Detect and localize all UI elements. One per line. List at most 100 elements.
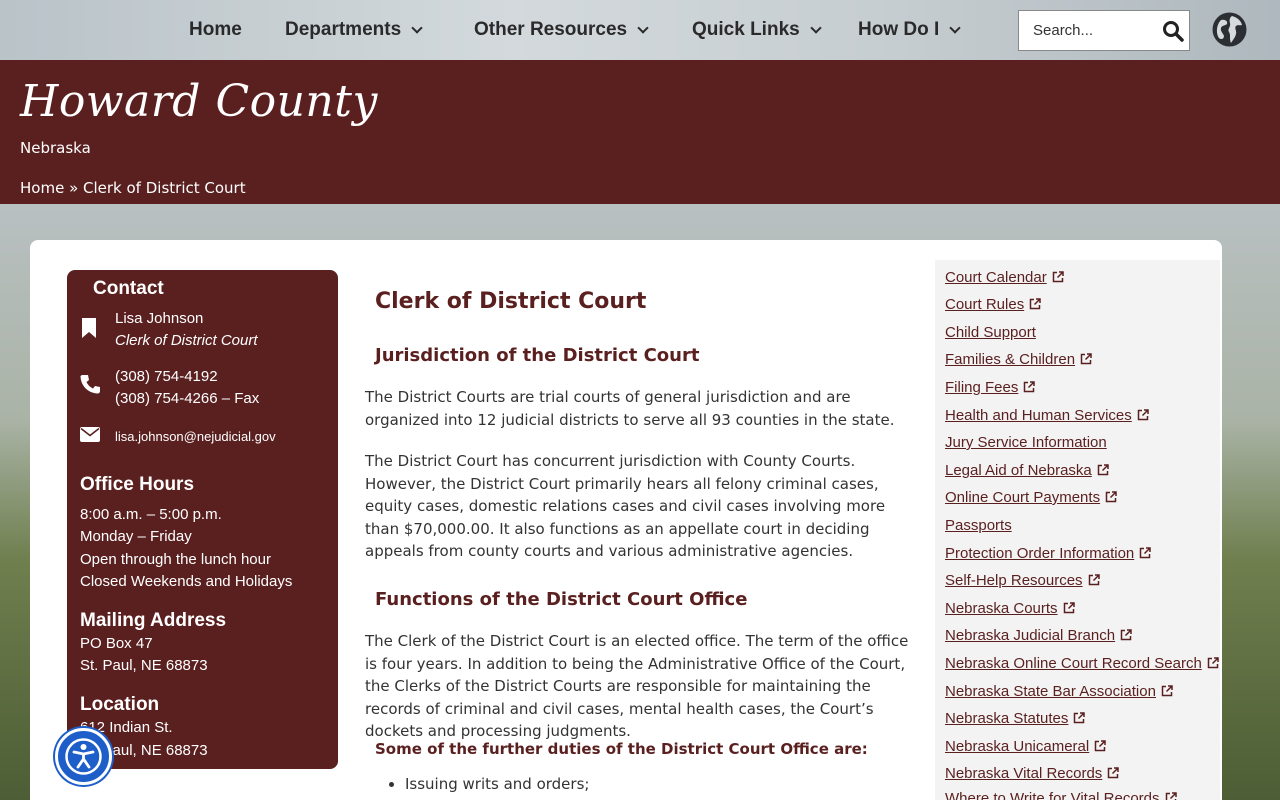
- quick-link-label: Nebraska Unicameral: [945, 738, 1090, 755]
- quick-link-label: Self-Help Resources: [945, 572, 1083, 589]
- external-link-icon: [1108, 767, 1120, 779]
- quick-link[interactable]: Nebraska Vital Records: [945, 765, 1120, 782]
- phone-icon: [80, 375, 100, 394]
- contact-heading: Contact: [93, 278, 164, 299]
- mailing-address-heading: Mailing Address: [80, 610, 227, 631]
- quick-link-label: Court Calendar: [945, 269, 1047, 286]
- mailing-address-line: PO Box 47: [80, 635, 153, 652]
- quick-link[interactable]: Nebraska Judicial Branch: [945, 627, 1132, 644]
- quick-link[interactable]: Court Rules: [945, 296, 1041, 313]
- quick-link[interactable]: Passports: [945, 517, 1012, 534]
- quick-link[interactable]: Families & Children: [945, 351, 1092, 368]
- nav-other-resources[interactable]: Other Resources: [474, 0, 649, 60]
- office-hours-heading: Office Hours: [80, 474, 195, 495]
- site-subtitle: Nebraska: [20, 139, 91, 157]
- accessibility-button[interactable]: [55, 728, 112, 785]
- jurisdiction-heading: Jurisdiction of the District Court: [375, 345, 700, 366]
- search-icon[interactable]: [1161, 19, 1185, 43]
- quick-link[interactable]: Court Calendar: [945, 269, 1064, 286]
- quick-link[interactable]: Jury Service Information: [945, 434, 1107, 451]
- quick-link-label: Families & Children: [945, 351, 1076, 368]
- office-hours-line: Closed Weekends and Holidays: [80, 573, 293, 590]
- quick-link-label: Filing Fees: [945, 379, 1019, 396]
- external-link-icon: [1094, 740, 1106, 752]
- search-input[interactable]: [1019, 11, 1159, 50]
- quick-link-label: Passports: [945, 517, 1012, 534]
- page-title: Clerk of District Court: [375, 289, 647, 314]
- nav-departments[interactable]: Departments: [285, 0, 423, 60]
- list-item: Issuing writs and orders;: [388, 775, 590, 793]
- top-nav: Home Departments Other Resources Quick L…: [0, 0, 1280, 60]
- external-link-icon: [1165, 792, 1177, 800]
- contact-phone-link[interactable]: (308) 754-4192: [115, 368, 218, 385]
- quick-link-label: Where to Write for Vital Records: [945, 790, 1160, 800]
- globe-icon[interactable]: [1211, 11, 1248, 48]
- office-hours-line: Monday – Friday: [80, 528, 192, 545]
- bookmark-icon: [82, 318, 96, 338]
- envelope-icon: [80, 427, 100, 442]
- quick-link[interactable]: Child Support: [945, 324, 1036, 341]
- quick-link-label: Online Court Payments: [945, 489, 1101, 506]
- search-box: [1018, 10, 1190, 51]
- external-link-icon: [1097, 464, 1109, 476]
- quick-link[interactable]: Self-Help Resources: [945, 572, 1100, 589]
- quick-link[interactable]: Filing Fees: [945, 379, 1036, 396]
- breadcrumb: Home » Clerk of District Court: [20, 179, 246, 197]
- quick-link[interactable]: Nebraska Courts: [945, 600, 1075, 617]
- quick-link[interactable]: Protection Order Information: [945, 545, 1152, 562]
- quick-link-label: Nebraska Courts: [945, 600, 1058, 617]
- functions-heading: Functions of the District Court Office: [375, 589, 748, 610]
- external-link-icon: [1080, 353, 1092, 365]
- quick-link-label: Health and Human Services: [945, 407, 1132, 424]
- quick-link-label: Nebraska Online Court Record Search: [945, 655, 1202, 672]
- external-link-icon: [1140, 547, 1152, 559]
- quick-link[interactable]: Nebraska Statutes: [945, 710, 1086, 727]
- external-link-icon: [1161, 685, 1173, 697]
- functions-paragraph: The Clerk of the District Court is an el…: [365, 632, 909, 740]
- chevron-down-icon: [810, 21, 822, 34]
- nav-how-do-i[interactable]: How Do I: [858, 0, 961, 60]
- mailing-address-line: St. Paul, NE 68873: [80, 657, 208, 674]
- location-heading: Location: [80, 694, 160, 715]
- contact-email-link[interactable]: lisa.johnson@nejudicial.gov: [115, 429, 276, 444]
- duties-heading: Some of the further duties of the Distri…: [375, 740, 868, 758]
- chevron-down-icon: [637, 21, 649, 34]
- quick-link[interactable]: Legal Aid of Nebraska: [945, 462, 1109, 479]
- breadcrumb-home-link[interactable]: Home: [20, 179, 64, 197]
- site-title[interactable]: Howard County: [20, 76, 378, 127]
- quick-link-label: Child Support: [945, 324, 1036, 341]
- external-link-icon: [1207, 657, 1219, 669]
- chevron-down-icon: [949, 21, 961, 34]
- contact-panel: Contact Lisa Johnson Clerk of District C…: [67, 270, 338, 769]
- quick-link-label: Nebraska Statutes: [945, 710, 1069, 727]
- quick-link[interactable]: Nebraska Online Court Record Search: [945, 655, 1219, 672]
- quick-link-label: Legal Aid of Nebraska: [945, 462, 1092, 479]
- office-hours-line: Open through the lunch hour: [80, 551, 271, 568]
- nav-home[interactable]: Home: [189, 0, 242, 60]
- quick-link[interactable]: Health and Human Services: [945, 407, 1149, 424]
- jurisdiction-paragraph-1: The District Courts are trial courts of …: [365, 388, 895, 429]
- quick-link[interactable]: Nebraska State Bar Association: [945, 683, 1173, 700]
- jurisdiction-paragraph-2: The District Court has concurrent jurisd…: [365, 452, 886, 560]
- quick-link-label: Nebraska Vital Records: [945, 765, 1103, 782]
- external-link-icon: [1063, 602, 1075, 614]
- contact-fax: (308) 754-4266 – Fax: [115, 390, 260, 407]
- quick-link-label: Jury Service Information: [945, 434, 1107, 451]
- contact-name: Lisa Johnson: [115, 310, 204, 327]
- nav-quick-links[interactable]: Quick Links: [692, 0, 822, 60]
- quick-link-label: Nebraska State Bar Association: [945, 683, 1156, 700]
- external-link-icon: [1074, 712, 1086, 724]
- quick-link[interactable]: Where to Write for Vital Records: [945, 790, 1177, 800]
- external-link-icon: [1029, 298, 1041, 310]
- chevron-down-icon: [411, 21, 423, 34]
- external-link-icon: [1105, 491, 1117, 503]
- external-link-icon: [1052, 271, 1064, 283]
- external-link-icon: [1137, 409, 1149, 421]
- quick-link[interactable]: Online Court Payments: [945, 489, 1117, 506]
- external-link-icon: [1120, 629, 1132, 641]
- quick-link[interactable]: Nebraska Unicameral: [945, 738, 1106, 755]
- breadcrumb-separator: »: [64, 179, 84, 197]
- quick-link-label: Protection Order Information: [945, 545, 1135, 562]
- external-link-icon: [1024, 381, 1036, 393]
- breadcrumb-current: Clerk of District Court: [83, 179, 246, 197]
